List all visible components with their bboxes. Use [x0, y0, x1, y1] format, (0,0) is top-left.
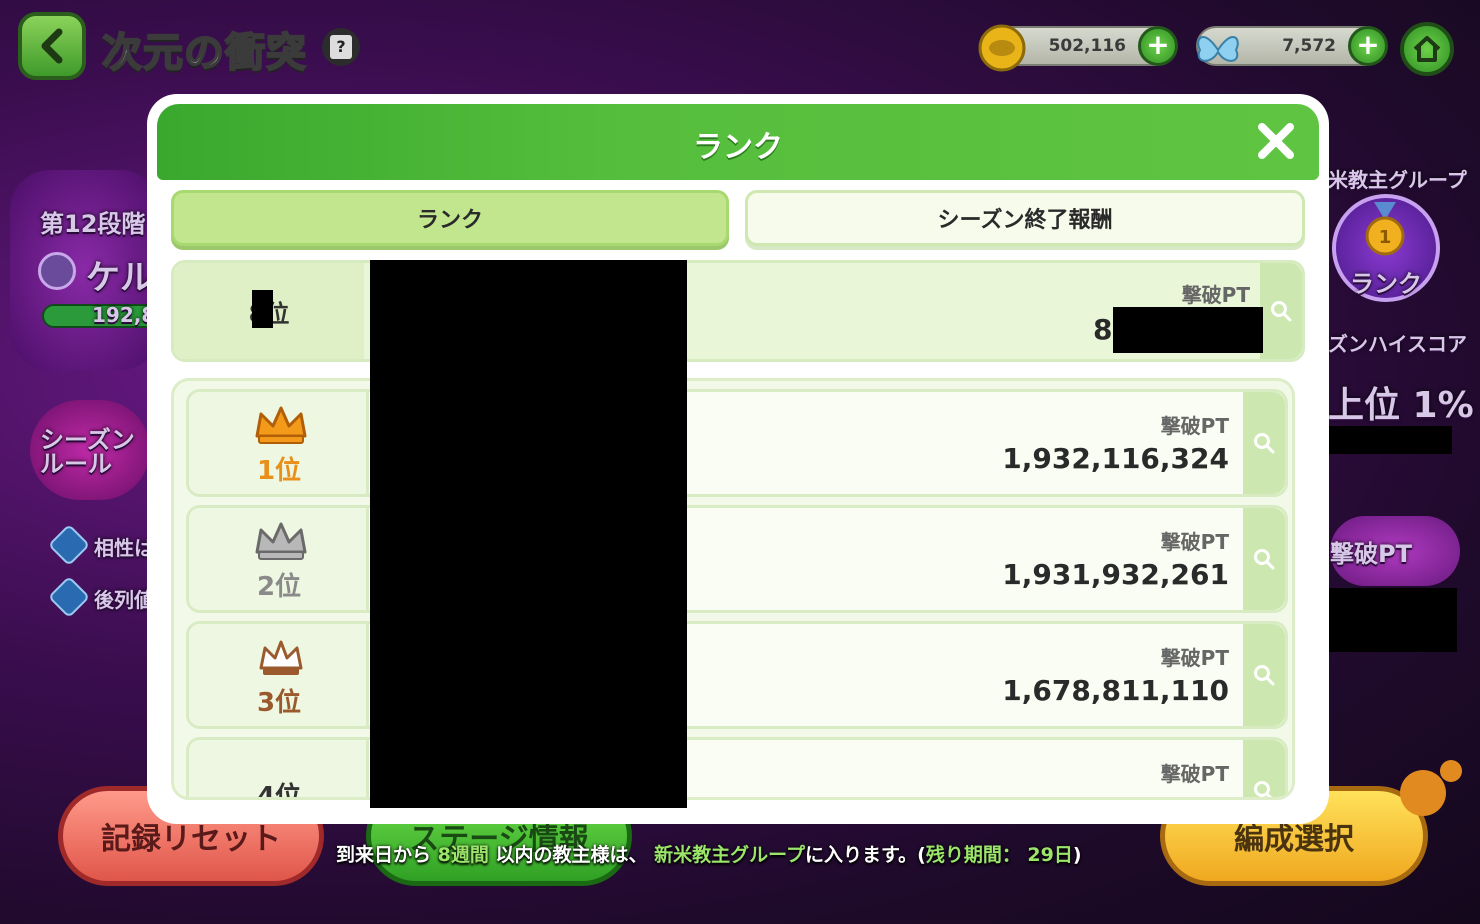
list-item: 4位 撃破PT	[186, 737, 1288, 800]
high-score-label: ズンハイスコア	[1328, 332, 1467, 356]
group-notice: 到来日から 8週間 以内の教主様は、 新米教主グループに入ります。(残り期間： …	[336, 844, 1082, 866]
pt-label: 撃破PT	[1160, 530, 1229, 554]
top-percent: 上位 1%	[1328, 385, 1474, 426]
season-rule-label: シーズン ルール	[40, 426, 135, 478]
add-gems-button[interactable]: +	[1348, 26, 1388, 66]
page-title: 次元の衝突	[101, 29, 307, 77]
rank-label: 3位	[256, 688, 302, 718]
search-icon	[1254, 433, 1275, 454]
boss-name: ケル	[86, 258, 154, 298]
rank-label: 2位	[256, 572, 302, 602]
plus-diamond-icon	[47, 575, 91, 619]
plus-diamond-icon	[47, 523, 91, 567]
silver-crown-icon	[255, 522, 307, 560]
ranking-list[interactable]: 1位 撃破PT 1,932,116,324 2位 撃破PT 1,931,932,…	[171, 378, 1295, 800]
home-icon	[1413, 36, 1441, 62]
group-label: 米教主グループ	[1328, 168, 1467, 192]
bg-pt-label: 撃破PT	[1330, 540, 1412, 568]
gem-counter: 7,572 +	[1196, 26, 1388, 66]
pt-label: 撃破PT	[1160, 414, 1229, 438]
rank-cell: 4位	[189, 740, 369, 800]
redacted-block	[252, 290, 273, 328]
rear-label: 後列値	[94, 588, 154, 612]
pt-value: 1,931,932,261	[1002, 558, 1229, 591]
home-button[interactable]	[1400, 22, 1454, 76]
spiral-icon	[38, 252, 76, 290]
decor-orb	[1400, 770, 1446, 816]
gem-value: 7,572	[1282, 36, 1336, 56]
my-pt-label: 撃破PT	[1181, 283, 1250, 307]
decor-orb	[1440, 760, 1462, 782]
pt-value: 1,932,116,324	[1002, 442, 1229, 475]
coin-value: 502,116	[1048, 36, 1126, 56]
modal-header: ランク	[157, 104, 1319, 180]
list-item: 1位 撃破PT 1,932,116,324	[186, 389, 1288, 497]
tab-rank[interactable]: ランク	[171, 190, 729, 246]
bronze-crown-icon	[259, 640, 303, 675]
rank-cell: 1位	[189, 392, 369, 494]
pt-value: 1,678,811,110	[1002, 674, 1229, 707]
detail-button[interactable]	[1243, 508, 1285, 610]
detail-button[interactable]	[1243, 392, 1285, 494]
search-icon	[1254, 549, 1275, 570]
rank-label: 1位	[256, 456, 302, 486]
list-item: 2位 撃破PT 1,931,932,261	[186, 505, 1288, 613]
redacted-block	[370, 260, 687, 808]
redacted-block	[1113, 307, 1263, 353]
list-item: 3位 撃破PT 1,678,811,110	[186, 621, 1288, 729]
back-button[interactable]	[18, 12, 86, 80]
rank-modal: ランク ランク シーズン終了報酬 8位 撃破PT 86 1位 撃破PT 1,93…	[147, 94, 1329, 824]
search-icon	[1254, 665, 1275, 686]
add-coins-button[interactable]: +	[1138, 26, 1178, 66]
redacted-block	[1321, 588, 1457, 652]
stage-label: 第12段階	[40, 210, 146, 238]
pt-label: 撃破PT	[1160, 762, 1229, 786]
search-icon	[1254, 781, 1273, 797]
coin-icon	[978, 24, 1026, 72]
modal-title: ランク	[693, 130, 783, 165]
rank-label: 4位	[256, 782, 302, 800]
coin-counter: 502,116 +	[978, 24, 1178, 72]
rank-badge-label: ランク	[1350, 270, 1422, 298]
detail-button[interactable]	[1243, 624, 1285, 726]
tab-season-rewards[interactable]: シーズン終了報酬	[745, 190, 1305, 246]
medal-icon: 1	[1365, 202, 1405, 256]
hp-value: 192,8	[92, 303, 156, 327]
rank-cell: 2位	[189, 508, 369, 610]
gold-crown-icon	[255, 406, 307, 444]
affinity-label: 相性は	[94, 536, 154, 560]
rank-cell: 3位	[189, 624, 369, 726]
search-icon	[1271, 301, 1292, 322]
svg-text:1: 1	[1379, 227, 1392, 248]
butterfly-gem-icon	[1197, 36, 1239, 62]
redacted-block	[1324, 426, 1452, 454]
pt-label: 撃破PT	[1160, 646, 1229, 670]
help-icon[interactable]: ?	[322, 28, 360, 66]
close-icon[interactable]	[1253, 118, 1299, 164]
my-detail-button[interactable]	[1260, 263, 1302, 359]
detail-button[interactable]	[1243, 740, 1285, 797]
chevron-left-icon	[41, 28, 63, 64]
